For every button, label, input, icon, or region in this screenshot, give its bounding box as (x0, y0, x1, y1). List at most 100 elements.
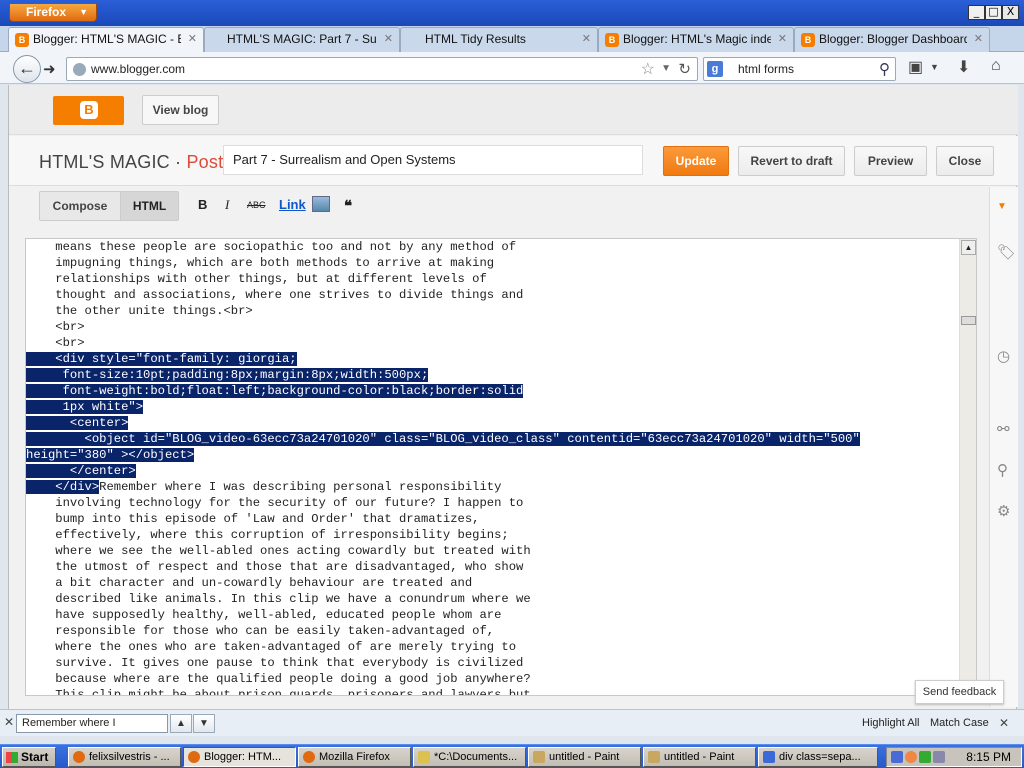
bookmarks-icon[interactable]: ▣ (908, 57, 923, 77)
code-line: a bit character and un-cowardly behaviou… (26, 575, 962, 591)
italic-button[interactable]: I (225, 197, 229, 213)
search-bar[interactable]: g html forms ⚲ (703, 57, 896, 81)
code-text: have supposedly healthy, well-abled, edu… (26, 608, 502, 622)
update-button[interactable]: Update (663, 146, 729, 176)
close-window-button[interactable]: X (1002, 5, 1019, 20)
scroll-thumb[interactable] (961, 316, 976, 325)
post-title-input[interactable]: Part 7 - Surrealism and Open Systems (223, 145, 643, 175)
close-icon[interactable]: ✕ (999, 716, 1009, 730)
forward-button[interactable]: ➜ (43, 60, 56, 78)
blogger-logo[interactable]: B (53, 96, 124, 125)
taskbar-item[interactable]: Blogger: HTM... (183, 747, 296, 767)
find-next-button[interactable]: ▼ (193, 714, 215, 733)
selected-code-text: height="380" ></object> (26, 448, 195, 462)
collapse-caret-icon[interactable]: ▼ (997, 201, 1007, 212)
maximize-button[interactable]: □ (985, 5, 1002, 20)
match-case-toggle[interactable]: Match Case (930, 717, 989, 729)
minimize-button[interactable]: _ (968, 5, 985, 20)
editor-toolbar: Compose HTML B I ABC Link ❝ (9, 187, 989, 231)
selected-code-text: font-weight:bold;float:left;background-c… (26, 384, 524, 398)
taskbar-item[interactable]: Mozilla Firefox (298, 747, 411, 767)
permalink-link-icon[interactable]: ⚯ (997, 420, 1010, 438)
html-source-text[interactable]: means these people are sociopathic too a… (26, 239, 962, 696)
page-title: HTML'S MAGIC · Post (39, 152, 223, 173)
quote-button[interactable]: ❝ (344, 197, 352, 215)
start-button[interactable]: Start (2, 747, 56, 767)
preview-button[interactable]: Preview (854, 146, 927, 176)
title-bar: Firefox ▼ _ □ X (0, 0, 1024, 26)
code-text: This clip might be about prison guards, … (26, 688, 531, 696)
back-button[interactable]: ← (13, 55, 41, 83)
chevron-down-icon: ▼ (79, 7, 88, 17)
document-icon (763, 751, 775, 763)
options-gear-icon[interactable]: ⚙ (997, 502, 1010, 520)
tab-blogger-edit[interactable]: B Blogger: HTML'S MAGIC - Edit ... ✕ (8, 27, 204, 53)
scroll-up-icon[interactable]: ▲ (961, 240, 976, 255)
url-bar[interactable]: www.blogger.com ☆ ▼ ↻ (66, 57, 698, 81)
taskbar-item[interactable]: felixsilvestris - ... (68, 747, 181, 767)
firefox-icon (188, 751, 200, 763)
firefox-menu-button[interactable]: Firefox ▼ (9, 3, 97, 22)
paint-icon (533, 751, 545, 763)
firefox-tray-icon[interactable] (905, 751, 917, 763)
reload-icon[interactable]: ↻ (678, 60, 691, 78)
url-dropdown-icon[interactable]: ▼ (661, 63, 671, 74)
code-text: <br> (26, 320, 85, 334)
download-icon[interactable]: ⬇ (957, 57, 970, 77)
close-tab-icon[interactable]: ✕ (384, 28, 393, 50)
link-button[interactable]: Link (279, 197, 306, 212)
close-tab-icon[interactable]: ✕ (582, 28, 591, 50)
send-feedback-button[interactable]: Send feedback (915, 680, 1004, 704)
strikethrough-button[interactable]: ABC (247, 200, 266, 210)
search-icon[interactable]: ⚲ (879, 60, 890, 78)
taskbar-item[interactable]: untitled - Paint (643, 747, 756, 767)
close-tab-icon[interactable]: ✕ (778, 28, 787, 50)
code-text: relationships with other things, but at … (26, 272, 487, 286)
security-icon[interactable] (919, 751, 931, 763)
compose-mode-button[interactable]: Compose (40, 192, 120, 220)
image-icon[interactable] (312, 196, 330, 212)
code-line: font-size:10pt;padding:8px;margin:8px;wi… (26, 367, 962, 383)
location-pin-icon[interactable]: ⚲ (997, 461, 1008, 479)
html-mode-button[interactable]: HTML (120, 192, 178, 220)
find-input[interactable]: Remember where I (16, 714, 168, 733)
html-editor[interactable]: means these people are sociopathic too a… (25, 238, 977, 696)
code-text: involving technology for the security of… (26, 496, 524, 510)
code-text: responsible for those who can be easily … (26, 624, 495, 638)
volume-icon[interactable] (933, 751, 945, 763)
selected-code-text: <object id="BLOG_video-63ecc73a24701020"… (26, 432, 860, 446)
highlight-all-toggle[interactable]: Highlight All (862, 717, 919, 729)
firefox-icon (73, 751, 85, 763)
find-previous-button[interactable]: ▲ (170, 714, 192, 733)
bookmarks-dropdown-icon[interactable]: ▼ (930, 62, 939, 72)
bold-button[interactable]: B (198, 197, 207, 212)
taskbar-item[interactable]: div class=sepa... (758, 747, 878, 767)
bookmark-star-icon[interactable]: ☆ (641, 59, 655, 79)
taskbar-item[interactable]: untitled - Paint (528, 747, 641, 767)
tab-blogger-index[interactable]: B Blogger: HTML's Magic index -... ✕ (598, 27, 794, 52)
close-button[interactable]: Close (936, 146, 994, 176)
close-tab-icon[interactable]: ✕ (188, 28, 197, 50)
close-tab-icon[interactable]: ✕ (974, 28, 983, 50)
tab-part7[interactable]: HTML'S MAGIC: Part 7 - Surre... ✕ (204, 27, 400, 52)
view-blog-button[interactable]: View blog (142, 95, 219, 125)
network-icon[interactable] (891, 751, 903, 763)
code-line: have supposedly healthy, well-abled, edu… (26, 607, 962, 623)
tab-html-tidy[interactable]: HTML Tidy Results ✕ (400, 27, 598, 52)
paint-icon (648, 751, 660, 763)
labels-tag-icon[interactable]: 🏷 (997, 243, 1016, 261)
tab-blogger-dashboard[interactable]: B Blogger: Blogger Dashboard ✕ (794, 27, 990, 52)
blogger-icon: B (80, 101, 98, 119)
taskbar-item[interactable]: *C:\Documents... (413, 747, 526, 767)
google-icon[interactable]: g (707, 61, 723, 77)
vertical-scrollbar[interactable]: ▲ (959, 239, 976, 695)
close-find-icon[interactable]: ✕ (4, 715, 14, 729)
code-line: involving technology for the security of… (26, 495, 962, 511)
browser-window: Firefox ▼ _ □ X B Blogger: HTML'S MAGIC - … (0, 0, 1024, 744)
code-line: described like animals. In this clip we … (26, 591, 962, 607)
title-separator: · (169, 152, 187, 172)
taskbar-item-label: div class=sepa... (779, 751, 861, 763)
revert-to-draft-button[interactable]: Revert to draft (738, 146, 845, 176)
home-icon[interactable]: ⌂ (991, 57, 1001, 75)
schedule-clock-icon[interactable]: ◷ (997, 347, 1010, 365)
